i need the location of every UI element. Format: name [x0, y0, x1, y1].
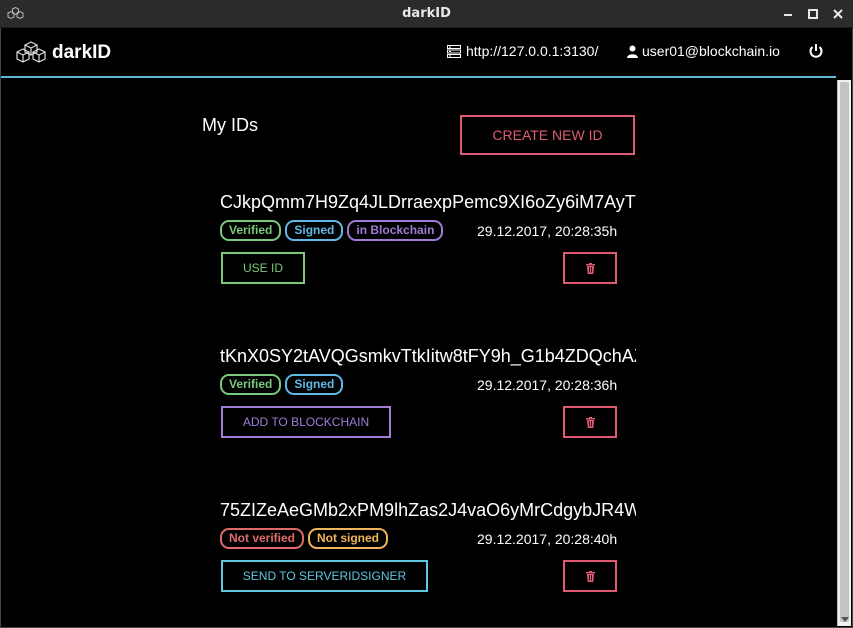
id-card: 75ZIZeAeGMb2xPM9lhZas2J4vaO6yMrCdgybJR4W… — [219, 500, 639, 610]
status-badge: Verified — [220, 374, 282, 395]
delete-id-button[interactable] — [563, 406, 617, 438]
user-icon — [627, 45, 638, 58]
server-icon — [447, 44, 461, 58]
id-card: CJkpQmm7H9Zq4JLDrraexpPemc9XI6oZy6iM7AyT… — [219, 192, 639, 302]
cubes-logo-icon — [16, 41, 46, 63]
app-header: darkID http://127.0.0.1:3130/ user01@blo… — [1, 28, 836, 78]
id-date: 29.12.2017, 20:28:36h — [477, 377, 618, 393]
trash-icon — [585, 262, 595, 274]
id-date: 29.12.2017, 20:28:40h — [477, 531, 618, 547]
maximize-icon[interactable] — [806, 7, 820, 21]
close-icon[interactable] — [831, 7, 845, 21]
user-email: user01@blockchain.io — [642, 43, 780, 59]
server-url: http://127.0.0.1:3130/ — [466, 43, 599, 59]
status-badge: Verified — [220, 220, 282, 241]
scrollbar[interactable] — [837, 80, 851, 626]
status-badge: Signed — [285, 220, 344, 241]
scrollbar-thumb[interactable] — [840, 82, 849, 622]
page-title: My IDs — [202, 115, 258, 135]
id-value: CJkpQmm7H9Zq4JLDrraexpPemc9XI6oZy6iM7AyT — [220, 192, 636, 212]
badge-list: Verified Signed — [220, 374, 344, 395]
add-to-blockchain-button[interactable]: ADD TO BLOCKCHAIN — [221, 406, 391, 438]
create-new-id-button[interactable]: CREATE NEW ID — [460, 115, 635, 155]
trash-icon — [585, 416, 595, 428]
user-info[interactable]: user01@blockchain.io — [627, 43, 780, 59]
trash-icon — [585, 570, 595, 582]
brand[interactable]: darkID — [16, 41, 111, 65]
minimize-icon[interactable] — [781, 7, 795, 21]
window-title: darkID — [402, 6, 451, 21]
id-date: 29.12.2017, 20:28:35h — [477, 223, 618, 239]
status-badge: in Blockchain — [347, 220, 444, 241]
scroll-down-icon[interactable] — [841, 617, 849, 622]
use-id-button[interactable]: USE ID — [221, 252, 305, 284]
delete-id-button[interactable] — [563, 560, 617, 592]
status-badge: Signed — [285, 374, 344, 395]
id-value: 75ZIZeAeGMb2xPM9lhZas2J4vaO6yMrCdgybJR4W — [220, 500, 636, 520]
id-value: tKnX0SY2tAVQGsmkvTtkIitw8tFY9h_G1b4ZDQch… — [220, 346, 636, 366]
brand-name: darkID — [52, 42, 112, 63]
delete-id-button[interactable] — [563, 252, 617, 284]
server-info[interactable]: http://127.0.0.1:3130/ — [447, 43, 598, 59]
badge-list: Verified Signed in Blockchain — [220, 220, 444, 241]
send-to-serveridsigner-button[interactable]: SEND TO SERVERIDSIGNER — [221, 560, 428, 592]
window-titlebar: darkID — [0, 0, 853, 28]
badge-list: Not verified Not signed — [220, 528, 389, 549]
status-badge: Not verified — [220, 528, 305, 549]
status-badge: Not signed — [308, 528, 389, 549]
power-icon[interactable] — [808, 43, 824, 59]
id-card: tKnX0SY2tAVQGsmkvTtkIitw8tFY9h_G1b4ZDQch… — [219, 346, 639, 456]
